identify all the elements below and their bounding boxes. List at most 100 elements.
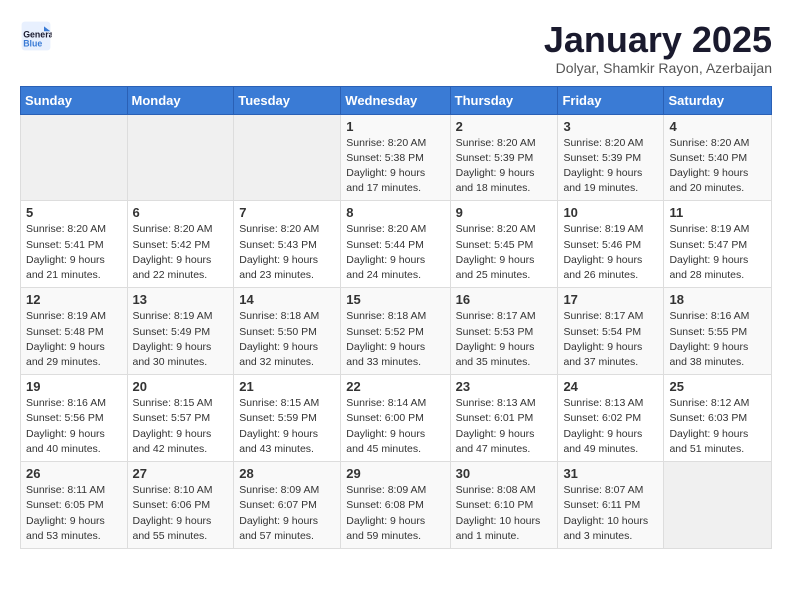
day-info: Sunrise: 8:17 AM Sunset: 5:53 PM Dayligh…	[456, 309, 553, 370]
day-info: Sunrise: 8:07 AM Sunset: 6:11 PM Dayligh…	[563, 483, 658, 544]
day-info: Sunrise: 8:17 AM Sunset: 5:54 PM Dayligh…	[563, 309, 658, 370]
day-info: Sunrise: 8:20 AM Sunset: 5:43 PM Dayligh…	[239, 222, 335, 283]
calendar-cell: 27 Sunrise: 8:10 AM Sunset: 6:06 PM Dayli…	[127, 462, 234, 549]
day-info: Sunrise: 8:20 AM Sunset: 5:45 PM Dayligh…	[456, 222, 553, 283]
day-number: 7	[239, 205, 335, 220]
day-info: Sunrise: 8:13 AM Sunset: 6:01 PM Dayligh…	[456, 396, 553, 457]
day-info: Sunrise: 8:19 AM Sunset: 5:48 PM Dayligh…	[26, 309, 122, 370]
day-number: 17	[563, 292, 658, 307]
calendar-cell: 20 Sunrise: 8:15 AM Sunset: 5:57 PM Dayli…	[127, 375, 234, 462]
day-info: Sunrise: 8:18 AM Sunset: 5:50 PM Dayligh…	[239, 309, 335, 370]
day-number: 8	[346, 205, 444, 220]
calendar-cell: 12 Sunrise: 8:19 AM Sunset: 5:48 PM Dayli…	[21, 288, 128, 375]
day-info: Sunrise: 8:16 AM Sunset: 5:55 PM Dayligh…	[669, 309, 766, 370]
calendar-cell: 1 Sunrise: 8:20 AM Sunset: 5:38 PM Daylig…	[341, 114, 450, 201]
day-number: 25	[669, 379, 766, 394]
day-number: 26	[26, 466, 122, 481]
calendar-cell: 29 Sunrise: 8:09 AM Sunset: 6:08 PM Dayli…	[341, 462, 450, 549]
calendar-table: SundayMondayTuesdayWednesdayThursdayFrid…	[20, 86, 772, 549]
weekday-header-tuesday: Tuesday	[234, 86, 341, 114]
day-number: 22	[346, 379, 444, 394]
day-info: Sunrise: 8:20 AM Sunset: 5:38 PM Dayligh…	[346, 136, 444, 197]
day-number: 10	[563, 205, 658, 220]
calendar-cell: 26Sunrise: 8:11 AM Sunset: 6:05 PM Dayli…	[21, 462, 128, 549]
calendar-week-2: 5 Sunrise: 8:20 AM Sunset: 5:41 PM Daylig…	[21, 201, 772, 288]
weekday-header-thursday: Thursday	[450, 86, 558, 114]
day-info: Sunrise: 8:20 AM Sunset: 5:42 PM Dayligh…	[133, 222, 229, 283]
day-number: 13	[133, 292, 229, 307]
day-number: 24	[563, 379, 658, 394]
day-number: 20	[133, 379, 229, 394]
calendar-cell: 13 Sunrise: 8:19 AM Sunset: 5:49 PM Dayli…	[127, 288, 234, 375]
calendar-cell: 10 Sunrise: 8:19 AM Sunset: 5:46 PM Dayli…	[558, 201, 664, 288]
logo-icon: General Blue	[20, 20, 52, 52]
calendar-cell: 6 Sunrise: 8:20 AM Sunset: 5:42 PM Daylig…	[127, 201, 234, 288]
day-number: 9	[456, 205, 553, 220]
calendar-week-3: 12 Sunrise: 8:19 AM Sunset: 5:48 PM Dayli…	[21, 288, 772, 375]
weekday-header-monday: Monday	[127, 86, 234, 114]
day-number: 15	[346, 292, 444, 307]
calendar-cell	[234, 114, 341, 201]
day-info: Sunrise: 8:14 AM Sunset: 6:00 PM Dayligh…	[346, 396, 444, 457]
calendar-cell	[21, 114, 128, 201]
day-info: Sunrise: 8:19 AM Sunset: 5:49 PM Dayligh…	[133, 309, 229, 370]
day-info: Sunrise: 8:09 AM Sunset: 6:08 PM Dayligh…	[346, 483, 444, 544]
calendar-cell: 5 Sunrise: 8:20 AM Sunset: 5:41 PM Daylig…	[21, 201, 128, 288]
day-number: 16	[456, 292, 553, 307]
calendar-cell: 19Sunrise: 8:16 AM Sunset: 5:56 PM Dayli…	[21, 375, 128, 462]
day-number: 2	[456, 119, 553, 134]
day-info: Sunrise: 8:13 AM Sunset: 6:02 PM Dayligh…	[563, 396, 658, 457]
calendar-cell: 28 Sunrise: 8:09 AM Sunset: 6:07 PM Dayli…	[234, 462, 341, 549]
calendar-cell: 8 Sunrise: 8:20 AM Sunset: 5:44 PM Daylig…	[341, 201, 450, 288]
day-info: Sunrise: 8:20 AM Sunset: 5:40 PM Dayligh…	[669, 136, 766, 197]
calendar-cell: 22 Sunrise: 8:14 AM Sunset: 6:00 PM Dayli…	[341, 375, 450, 462]
day-number: 28	[239, 466, 335, 481]
day-info: Sunrise: 8:20 AM Sunset: 5:44 PM Dayligh…	[346, 222, 444, 283]
weekday-header-wednesday: Wednesday	[341, 86, 450, 114]
calendar-cell: 17 Sunrise: 8:17 AM Sunset: 5:54 PM Dayli…	[558, 288, 664, 375]
weekday-header-sunday: Sunday	[21, 86, 128, 114]
day-number: 5	[26, 205, 122, 220]
day-info: Sunrise: 8:15 AM Sunset: 5:57 PM Dayligh…	[133, 396, 229, 457]
calendar-cell: 31Sunrise: 8:07 AM Sunset: 6:11 PM Dayli…	[558, 462, 664, 549]
weekday-header-saturday: Saturday	[664, 86, 772, 114]
calendar-week-5: 26Sunrise: 8:11 AM Sunset: 6:05 PM Dayli…	[21, 462, 772, 549]
weekday-header-row: SundayMondayTuesdayWednesdayThursdayFrid…	[21, 86, 772, 114]
day-number: 3	[563, 119, 658, 134]
day-info: Sunrise: 8:20 AM Sunset: 5:41 PM Dayligh…	[26, 222, 122, 283]
day-info: Sunrise: 8:15 AM Sunset: 5:59 PM Dayligh…	[239, 396, 335, 457]
calendar-cell	[127, 114, 234, 201]
calendar-cell: 4Sunrise: 8:20 AM Sunset: 5:40 PM Daylig…	[664, 114, 772, 201]
calendar-cell: 14 Sunrise: 8:18 AM Sunset: 5:50 PM Dayli…	[234, 288, 341, 375]
calendar-title: January 2025	[544, 20, 772, 60]
day-info: Sunrise: 8:09 AM Sunset: 6:07 PM Dayligh…	[239, 483, 335, 544]
page-header: General Blue January 2025 Dolyar, Shamki…	[20, 20, 772, 76]
calendar-subtitle: Dolyar, Shamkir Rayon, Azerbaijan	[544, 60, 772, 76]
day-number: 12	[26, 292, 122, 307]
day-info: Sunrise: 8:10 AM Sunset: 6:06 PM Dayligh…	[133, 483, 229, 544]
calendar-cell: 9 Sunrise: 8:20 AM Sunset: 5:45 PM Daylig…	[450, 201, 558, 288]
calendar-week-1: 1 Sunrise: 8:20 AM Sunset: 5:38 PM Daylig…	[21, 114, 772, 201]
calendar-cell: 2Sunrise: 8:20 AM Sunset: 5:39 PM Daylig…	[450, 114, 558, 201]
day-info: Sunrise: 8:19 AM Sunset: 5:46 PM Dayligh…	[563, 222, 658, 283]
logo: General Blue	[20, 20, 52, 52]
day-number: 6	[133, 205, 229, 220]
day-info: Sunrise: 8:08 AM Sunset: 6:10 PM Dayligh…	[456, 483, 553, 544]
day-info: Sunrise: 8:20 AM Sunset: 5:39 PM Dayligh…	[563, 136, 658, 197]
calendar-cell: 7 Sunrise: 8:20 AM Sunset: 5:43 PM Daylig…	[234, 201, 341, 288]
day-number: 30	[456, 466, 553, 481]
day-number: 1	[346, 119, 444, 134]
day-number: 14	[239, 292, 335, 307]
day-number: 18	[669, 292, 766, 307]
day-info: Sunrise: 8:19 AM Sunset: 5:47 PM Dayligh…	[669, 222, 766, 283]
calendar-cell: 24 Sunrise: 8:13 AM Sunset: 6:02 PM Dayli…	[558, 375, 664, 462]
day-number: 29	[346, 466, 444, 481]
day-number: 23	[456, 379, 553, 394]
calendar-cell: 11 Sunrise: 8:19 AM Sunset: 5:47 PM Dayli…	[664, 201, 772, 288]
day-number: 11	[669, 205, 766, 220]
day-number: 27	[133, 466, 229, 481]
title-block: January 2025 Dolyar, Shamkir Rayon, Azer…	[544, 20, 772, 76]
calendar-cell: 30 Sunrise: 8:08 AM Sunset: 6:10 PM Dayli…	[450, 462, 558, 549]
calendar-cell: 15 Sunrise: 8:18 AM Sunset: 5:52 PM Dayli…	[341, 288, 450, 375]
day-info: Sunrise: 8:18 AM Sunset: 5:52 PM Dayligh…	[346, 309, 444, 370]
